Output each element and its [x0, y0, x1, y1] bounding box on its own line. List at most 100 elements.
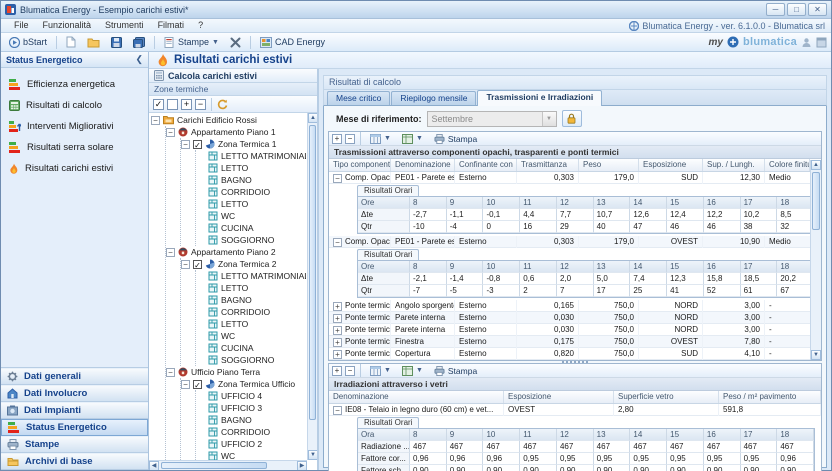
- collapse-all-rows-button[interactable]: −: [345, 134, 355, 144]
- save-all-button[interactable]: [129, 36, 149, 49]
- sidebar-item-interventi-migliorativi[interactable]: Interventi Migliorativi: [9, 116, 148, 137]
- column-header[interactable]: Denominazione: [329, 391, 504, 403]
- new-file-button[interactable]: [62, 35, 80, 49]
- collapse-sidebar-button[interactable]: ❮: [135, 54, 143, 65]
- tree-item[interactable]: −Appartamento Piano 2: [166, 246, 306, 258]
- nav-item-dati-generali[interactable]: Dati generali: [1, 368, 148, 385]
- tree-item[interactable]: LETTO: [196, 318, 306, 330]
- nav-item-status-energetico[interactable]: Status Energetico: [1, 419, 148, 436]
- maximize-button[interactable]: □: [787, 3, 806, 16]
- scroll-thumb[interactable]: [309, 125, 316, 420]
- cad-energy-button[interactable]: CAD Energy: [256, 36, 329, 49]
- reference-month-select[interactable]: Settembre ▼: [427, 111, 557, 127]
- tree-item[interactable]: LETTO: [196, 198, 306, 210]
- row-expander-icon[interactable]: −: [333, 174, 342, 183]
- column-header[interactable]: Esposizione: [639, 159, 703, 171]
- menu-item-funzionalit[interactable]: Funzionalità: [36, 20, 99, 30]
- tree-item[interactable]: SOGGIORNO: [196, 354, 306, 366]
- scroll-down-arrow[interactable]: ▼: [811, 350, 821, 360]
- table-row[interactable]: −Comp. OpacoPE01 - Parete este...Esterno…: [329, 172, 821, 184]
- panel-icon[interactable]: [816, 37, 827, 48]
- tree-item[interactable]: WC: [196, 330, 306, 342]
- row-expander-icon[interactable]: +: [333, 350, 342, 359]
- scroll-up-arrow[interactable]: ▲: [811, 160, 821, 170]
- collapse-all-button[interactable]: −: [195, 99, 206, 110]
- tree-item[interactable]: WC: [196, 210, 306, 222]
- scroll-right-arrow[interactable]: ▶: [297, 461, 307, 470]
- table-row[interactable]: +Ponte termicoCoperturaEsterno0,820750,0…: [329, 348, 821, 360]
- tree-item[interactable]: BAGNO: [196, 414, 306, 426]
- nav-item-archivi-di-base[interactable]: Archivi di base: [1, 453, 148, 470]
- tree-item[interactable]: −Carichi Edificio Rossi: [151, 114, 306, 126]
- sidebar-item-efficienza-energetica[interactable]: Efficienza energetica: [9, 74, 148, 95]
- tree-item[interactable]: CUCINA: [196, 342, 306, 354]
- tools-button[interactable]: [226, 36, 245, 49]
- tree-expander-icon[interactable]: −: [166, 248, 175, 257]
- menu-item-strumenti[interactable]: Strumenti: [98, 20, 151, 30]
- tree-item[interactable]: −✓Zona Termica Ufficio: [181, 378, 306, 390]
- tree-item[interactable]: LETTO MATRIMONIALE: [196, 150, 306, 162]
- tree-item[interactable]: −✓Zona Termica 1: [181, 138, 306, 150]
- hourly-results-tab[interactable]: Risultati Orari: [357, 417, 419, 428]
- tab-riepilogo-mensile[interactable]: Riepilogo mensile: [391, 91, 476, 105]
- check-all-button[interactable]: ✓: [153, 99, 164, 110]
- row-expander-icon[interactable]: +: [333, 338, 342, 347]
- tree-item[interactable]: −Appartamento Piano 1: [166, 126, 306, 138]
- nav-item-stampe[interactable]: Stampe: [1, 436, 148, 453]
- column-header[interactable]: Colore finitura: [765, 159, 810, 171]
- save-button[interactable]: [107, 36, 126, 49]
- tree-item[interactable]: UFFICIO 3: [196, 402, 306, 414]
- stampe-menu-button[interactable]: Stampe▼: [160, 36, 223, 49]
- tree-item[interactable]: WC: [196, 450, 306, 460]
- calc-summer-loads-button[interactable]: Calcola carichi estivi: [149, 69, 317, 83]
- close-button[interactable]: ✕: [808, 3, 827, 16]
- tree-item[interactable]: LETTO: [196, 282, 306, 294]
- column-header[interactable]: Sup. / Lungh.: [703, 159, 765, 171]
- column-header[interactable]: Confinante con: [455, 159, 517, 171]
- menu-item-?[interactable]: ?: [191, 20, 210, 30]
- minimize-button[interactable]: ─: [766, 3, 785, 16]
- tree-item[interactable]: −Ufficio Piano Terra: [166, 366, 306, 378]
- table-row[interactable]: −Comp. OpacoPE01 - Parete este...Esterno…: [329, 236, 821, 248]
- tab-trasmissioni-e-irradiazioni[interactable]: Trasmissioni e Irradiazioni: [477, 90, 602, 106]
- hourly-results-tab[interactable]: Risultati Orari: [357, 185, 419, 196]
- tree-item[interactable]: −✓Zona Termica 2: [181, 258, 306, 270]
- tree-item[interactable]: LETTO: [196, 162, 306, 174]
- tree-expander-icon[interactable]: −: [166, 128, 175, 137]
- row-expander-icon[interactable]: +: [333, 326, 342, 335]
- table-row[interactable]: +Ponte termicoAngolo sporgente s...Ester…: [329, 300, 821, 312]
- tree-item[interactable]: LETTO MATRIMONIALE: [196, 270, 306, 282]
- print-button[interactable]: Stampa: [430, 133, 481, 145]
- column-header[interactable]: Peso: [579, 159, 639, 171]
- tab-mese-critico[interactable]: Mese critico: [327, 91, 390, 105]
- grid-options-button[interactable]: ▼: [366, 133, 395, 145]
- menu-item-file[interactable]: File: [7, 20, 36, 30]
- expand-all-button[interactable]: +: [181, 99, 192, 110]
- hourly-results-tab[interactable]: Risultati Orari: [357, 249, 419, 260]
- tree-item[interactable]: BAGNO: [196, 174, 306, 186]
- table-row[interactable]: +Ponte termicoParete internaEsterno0,030…: [329, 312, 821, 324]
- tree-checkbox[interactable]: ✓: [193, 140, 202, 149]
- tree-item[interactable]: CORRIDOIO: [196, 426, 306, 438]
- sidebar-item-risultati-carichi-estivi[interactable]: Risultati carichi estivi: [9, 158, 148, 179]
- scroll-left-arrow[interactable]: ◀: [149, 461, 159, 470]
- expand-all-rows-button[interactable]: +: [332, 366, 342, 376]
- tree-item[interactable]: CORRIDOIO: [196, 306, 306, 318]
- nav-item-dati-impianti[interactable]: Dati Impianti: [1, 402, 148, 419]
- menu-item-filmati[interactable]: Filmati: [151, 20, 192, 30]
- tree-expander-icon[interactable]: −: [181, 260, 190, 269]
- tree-checkbox[interactable]: ✓: [193, 380, 202, 389]
- tree-item[interactable]: CUCINA: [196, 222, 306, 234]
- export-button[interactable]: ▼: [398, 365, 427, 377]
- user-icon[interactable]: [801, 37, 812, 48]
- lock-month-button[interactable]: [562, 110, 582, 127]
- sidebar-item-risultati-serra-solare[interactable]: Risultati serra solare: [9, 137, 148, 158]
- tree-item[interactable]: SOGGIORNO: [196, 234, 306, 246]
- row-expander-icon[interactable]: −: [333, 238, 342, 247]
- column-header[interactable]: Esposizione: [504, 391, 614, 403]
- nav-item-dati-involucro[interactable]: Dati Involucro: [1, 385, 148, 402]
- bstart-button[interactable]: bStart: [5, 36, 51, 49]
- column-header[interactable]: Denominazione: [391, 159, 455, 171]
- refresh-icon[interactable]: [217, 99, 228, 110]
- open-button[interactable]: [83, 36, 104, 49]
